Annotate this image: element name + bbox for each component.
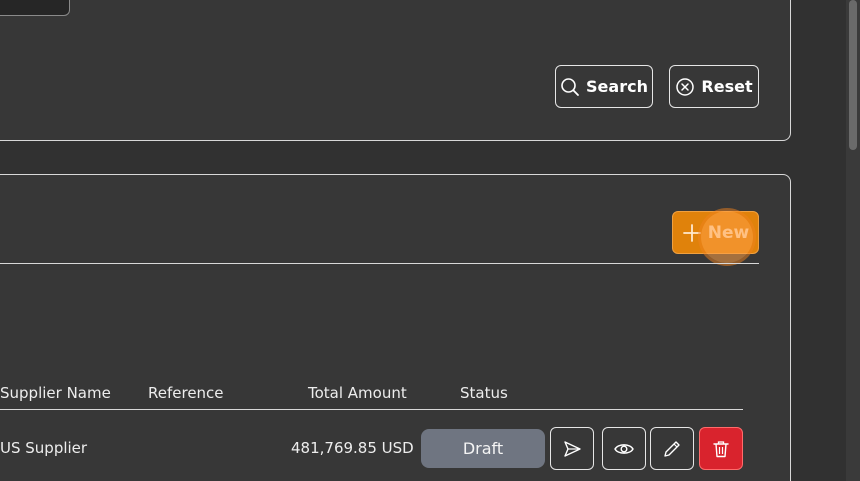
column-header-status[interactable]: Status — [460, 384, 508, 402]
new-button[interactable]: New — [672, 211, 759, 254]
cell-supplier-name: US Supplier — [0, 439, 88, 457]
column-header-total-amount[interactable]: Total Amount — [308, 384, 407, 402]
pencil-icon — [662, 439, 682, 459]
close-circle-icon — [675, 77, 695, 97]
column-header-supplier-name[interactable]: Supplier Name — [0, 384, 111, 402]
filter-input[interactable] — [0, 0, 70, 16]
new-button-label: New — [707, 222, 750, 243]
plus-icon — [682, 223, 702, 243]
status-badge: Draft — [421, 429, 545, 468]
column-header-reference[interactable]: Reference — [148, 384, 224, 402]
delete-button[interactable] — [699, 427, 743, 470]
view-button[interactable] — [602, 427, 646, 470]
send-button[interactable] — [550, 427, 594, 470]
page: Search Reset New Supplier Name Reference… — [0, 0, 860, 481]
edit-button[interactable] — [650, 427, 694, 470]
reset-button-label: Reset — [701, 77, 753, 96]
scrollbar-thumb[interactable] — [849, 0, 857, 150]
reset-button[interactable]: Reset — [669, 65, 759, 108]
search-button[interactable]: Search — [555, 65, 653, 108]
send-icon — [562, 439, 582, 459]
search-button-label: Search — [586, 77, 648, 96]
search-icon — [560, 77, 580, 97]
header-divider — [0, 263, 759, 264]
table-header-divider — [0, 409, 743, 410]
trash-icon — [711, 439, 731, 459]
cell-total-amount: 481,769.85 USD — [291, 439, 414, 457]
eye-icon — [613, 439, 635, 459]
